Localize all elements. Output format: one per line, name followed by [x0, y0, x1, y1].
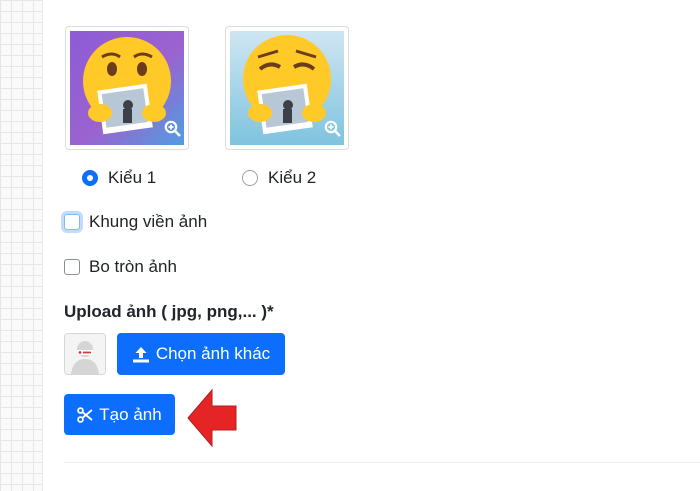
divider — [42, 0, 43, 491]
scissors-icon — [77, 406, 93, 423]
radio-button[interactable] — [242, 170, 258, 186]
grid-background — [0, 0, 42, 491]
uploaded-image-thumbnail — [64, 333, 106, 375]
style-option-2[interactable]: Kiểu 2 — [242, 168, 316, 188]
round-option-label[interactable]: Bo tròn ảnh — [89, 257, 177, 277]
zoom-in-icon[interactable] — [164, 120, 182, 143]
round-checkbox[interactable] — [64, 259, 80, 275]
red-arrow-icon — [187, 388, 237, 448]
round-option[interactable]: Bo tròn ảnh — [64, 257, 177, 277]
upload-label: Upload ảnh ( jpg, png,... )* — [64, 302, 274, 321]
zoom-in-icon[interactable] — [324, 120, 342, 143]
upload-icon — [132, 346, 149, 362]
divider — [64, 462, 700, 463]
frame-checkbox[interactable] — [64, 214, 80, 230]
choose-image-button[interactable]: Chọn ảnh khác — [117, 333, 285, 375]
style-preview-2[interactable] — [225, 26, 349, 150]
style-option-2-label[interactable]: Kiểu 2 — [268, 168, 316, 188]
create-image-button-label[interactable]: Tạo ảnh — [99, 405, 161, 425]
style-option-1-label[interactable]: Kiểu 1 — [108, 168, 156, 188]
frame-option-label[interactable]: Khung viền ảnh — [89, 212, 207, 232]
create-image-button[interactable]: Tạo ảnh — [64, 394, 175, 435]
radio-button-selected[interactable] — [82, 170, 98, 186]
style-preview-1[interactable] — [65, 26, 189, 150]
style-option-1[interactable]: Kiểu 1 — [82, 168, 156, 188]
frame-option[interactable]: Khung viền ảnh — [64, 212, 207, 232]
choose-image-button-label[interactable]: Chọn ảnh khác — [156, 344, 270, 364]
